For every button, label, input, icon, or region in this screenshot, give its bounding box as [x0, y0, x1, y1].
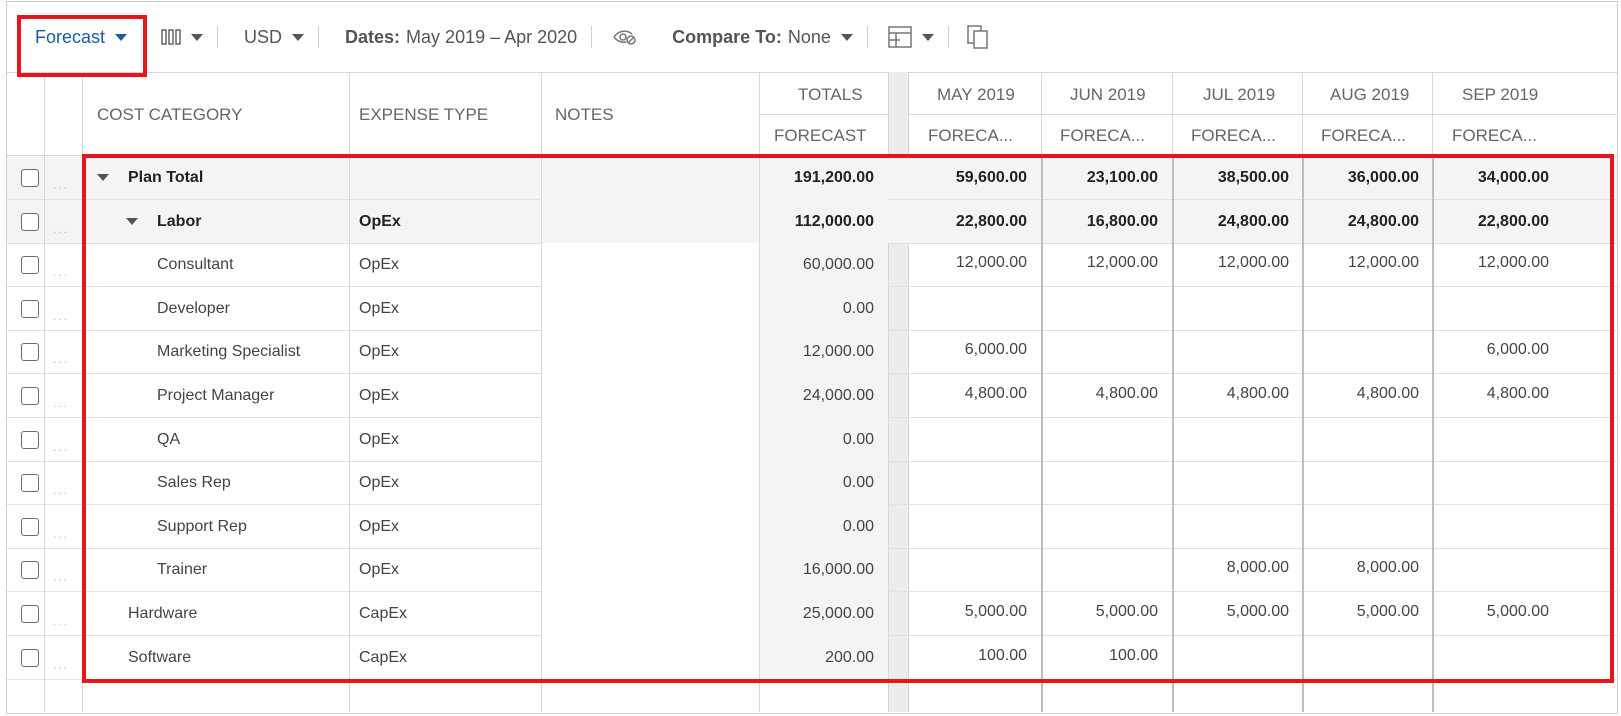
row-drag-handle[interactable]: ... — [53, 570, 69, 584]
column-divider — [541, 73, 542, 157]
row-checkbox[interactable] — [21, 343, 39, 362]
highlight-grid-rows — [82, 154, 1614, 683]
column-divider — [44, 73, 45, 157]
header-totals-forecast: FORECAST — [774, 126, 867, 145]
header-month[interactable]: JUN 2019 — [1070, 85, 1146, 105]
toolbar-divider — [866, 26, 868, 48]
row-drag-handle[interactable]: ... — [53, 309, 69, 323]
header-notes[interactable]: NOTES — [555, 105, 614, 125]
columns-selector[interactable] — [147, 2, 203, 72]
header-month-sub: FORECA... — [1060, 126, 1146, 145]
header-divider — [759, 114, 888, 115]
dates-label: Dates: — [345, 26, 401, 47]
toolbar-divider — [217, 26, 218, 48]
row-checkbox[interactable] — [21, 561, 39, 580]
row-drag-handle[interactable]: ... — [53, 352, 69, 366]
currency-label: USD — [244, 26, 283, 47]
row-checkbox[interactable] — [21, 212, 39, 231]
row-drag-handle[interactable]: ... — [53, 265, 69, 279]
header-month-sub: FORECA... — [1191, 126, 1277, 145]
toolbar: Forecast USD Dates: May 2019 – Apr 2020 — [7, 2, 1617, 72]
chevron-down-icon — [292, 33, 305, 41]
row-checkbox[interactable] — [21, 169, 39, 187]
visibility-toggle[interactable] — [606, 2, 638, 72]
table-layout-icon — [888, 26, 912, 48]
column-divider — [759, 73, 760, 157]
header-month-sub: FORECA... — [1452, 126, 1538, 145]
header-month-sub: FORECA... — [928, 126, 1014, 145]
grid-header: COST CATEGORY EXPENSE TYPE NOTES TOTALS … — [7, 72, 1617, 157]
column-divider — [1432, 73, 1433, 157]
compare-value: None — [787, 26, 831, 47]
row-checkbox[interactable] — [21, 517, 39, 536]
row-checkbox[interactable] — [21, 387, 39, 405]
dates-selector[interactable]: Dates: May 2019 – Apr 2020 — [333, 2, 577, 72]
toolbar-divider — [591, 26, 593, 48]
toolbar-divider — [947, 26, 949, 48]
column-divider — [1041, 73, 1042, 157]
chevron-down-icon — [921, 33, 934, 41]
column-divider — [1172, 73, 1173, 157]
highlight-forecast-selector — [17, 15, 147, 77]
compare-label: Compare To: — [672, 26, 782, 47]
row-drag-handle[interactable]: ... — [53, 527, 69, 541]
hide-eye-icon — [613, 30, 636, 45]
toolbar-divider — [318, 26, 320, 48]
column-divider — [349, 73, 350, 157]
row-drag-handle[interactable]: ... — [53, 614, 69, 628]
header-expense-type[interactable]: EXPENSE TYPE — [359, 105, 488, 125]
row-drag-handle[interactable]: ... — [53, 440, 69, 454]
header-month[interactable]: SEP 2019 — [1462, 85, 1538, 105]
header-totals[interactable]: TOTALS — [798, 85, 863, 105]
row-drag-handle[interactable]: ... — [53, 396, 69, 410]
chevron-down-icon — [191, 33, 203, 41]
header-divider — [909, 114, 1617, 115]
row-checkbox[interactable] — [21, 474, 39, 493]
forecast-grid-window: Forecast USD Dates: May 2019 – Apr 2020 — [6, 1, 1618, 714]
copy-icon — [967, 25, 988, 49]
row-drag-handle[interactable]: ... — [53, 178, 69, 192]
column-divider — [1302, 73, 1303, 157]
currency-selector[interactable]: USD — [232, 2, 305, 72]
copy-button[interactable] — [963, 2, 989, 72]
header-month[interactable]: JUL 2019 — [1203, 85, 1275, 105]
row-drag-handle[interactable]: ... — [53, 222, 69, 236]
column-divider — [82, 73, 83, 157]
row-checkbox[interactable] — [21, 605, 39, 623]
header-month[interactable]: AUG 2019 — [1330, 85, 1409, 105]
row-drag-handle[interactable]: ... — [53, 483, 69, 497]
column-divider — [44, 156, 45, 712]
row-checkbox[interactable] — [21, 299, 39, 318]
header-cost-category[interactable]: COST CATEGORY — [97, 105, 242, 125]
row-checkbox[interactable] — [21, 648, 39, 667]
row-drag-handle[interactable]: ... — [53, 658, 69, 672]
compare-selector[interactable]: Compare To: None — [638, 2, 853, 72]
row-checkbox[interactable] — [21, 256, 39, 275]
columns-icon — [161, 29, 181, 45]
header-month-sub: FORECA... — [1321, 126, 1407, 145]
header-month[interactable]: MAY 2019 — [937, 85, 1015, 105]
chevron-down-icon — [840, 33, 853, 41]
dates-value: May 2019 – Apr 2020 — [406, 26, 578, 47]
row-checkbox[interactable] — [21, 430, 39, 449]
layout-selector[interactable] — [882, 2, 934, 72]
